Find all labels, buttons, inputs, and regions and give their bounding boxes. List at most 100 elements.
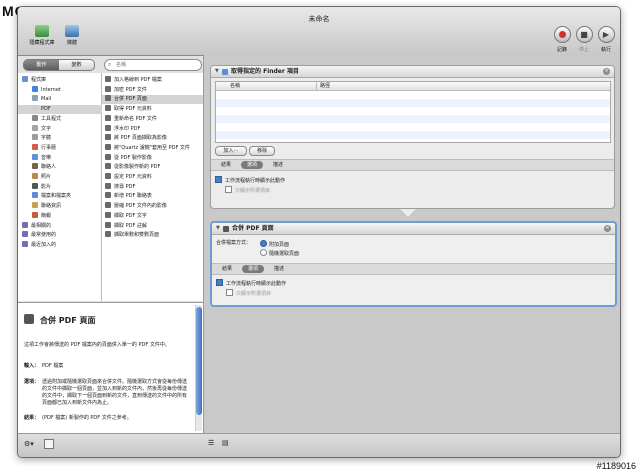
action-list-item[interactable]: 將"Quartz 濾鏡"套用至 PDF 文件 xyxy=(102,143,204,153)
column-header-name[interactable]: 名稱 xyxy=(230,82,240,90)
list-view-icon[interactable]: ☰ xyxy=(208,439,214,447)
bottom-bar: ⚙▾ ☰ ▤ xyxy=(18,433,620,457)
record-button[interactable]: 記錄 xyxy=(551,26,573,53)
library-mode-segmented[interactable]: 動作 變數 xyxy=(23,59,95,71)
pdf-action-icon xyxy=(105,221,111,228)
add-button[interactable]: 加入⋯ xyxy=(215,146,247,156)
sidebar-item[interactable]: 音樂 xyxy=(18,153,115,163)
pdf-action-icon xyxy=(105,231,111,238)
disclosure-triangle-icon[interactable]: ▼ xyxy=(216,223,220,234)
action-tab-bar: 結果 選項 描述 xyxy=(211,159,614,171)
disclosure-triangle-icon[interactable]: ▼ xyxy=(215,66,219,77)
action-list-item[interactable]: 從影像製作新的 PDF xyxy=(102,163,204,172)
action-list-item[interactable]: 將 PDF 頁面擷取為影像 xyxy=(102,134,204,143)
action-list-label: 將 PDF 頁面擷取為影像 xyxy=(114,135,167,142)
radio-shuffle-pages[interactable]: 隨機選取頁面 xyxy=(260,249,299,258)
media-button[interactable]: 媒體 xyxy=(62,25,82,46)
action-list-item[interactable]: 重新命名 PDF 文件 xyxy=(102,114,204,124)
finder-items-table[interactable]: 名稱 路徑 xyxy=(215,81,611,143)
table-row[interactable] xyxy=(216,99,610,107)
hide-library-button[interactable]: 隱藏程式庫 xyxy=(22,25,62,46)
post-id-watermark: #1189016 xyxy=(596,461,636,471)
search-input[interactable] xyxy=(116,60,196,70)
action-list-item[interactable]: 取得 PDF 元資料 xyxy=(102,105,204,114)
finder-icon xyxy=(32,192,38,199)
action-list-item[interactable]: 擷取單數和雙數頁面 xyxy=(102,231,204,240)
radio-append-pages[interactable]: 附加頁面 xyxy=(260,240,289,249)
sidebar-item[interactable]: 聯絡資訊 xyxy=(18,202,115,211)
action-list-label: 將"Quartz 濾鏡"套用至 PDF 文件 xyxy=(114,144,190,151)
action-list-item[interactable]: 壓縮 PDF 文件內的影像 xyxy=(102,202,204,211)
sidebar-item[interactable]: 程式庫 xyxy=(18,76,105,85)
show-selected-checkbox[interactable]: 只顯示所選項目 xyxy=(225,186,270,195)
sidebar-item[interactable]: Mail xyxy=(18,95,115,104)
scroll-thumb[interactable] xyxy=(196,307,202,415)
table-row[interactable] xyxy=(216,131,610,139)
segment-variables[interactable]: 變數 xyxy=(59,60,94,70)
pdf-action-icon xyxy=(105,134,111,141)
show-action-checkbox[interactable]: 工作流程執行時顯示此動作 xyxy=(216,279,286,288)
table-row[interactable] xyxy=(216,115,610,123)
action-list-item[interactable]: 設定 PDF 元資料 xyxy=(102,173,204,182)
sidebar-item-label: 最常使用的 xyxy=(31,232,57,239)
tab-description[interactable]: 描述 xyxy=(268,265,290,273)
description-toggle-icon[interactable] xyxy=(44,439,54,449)
action-list-item[interactable]: 新增 PDF 聯絡表 xyxy=(102,192,204,201)
input-label: 輸入： xyxy=(24,363,40,369)
description-title: 合併 PDF 頁面 xyxy=(40,316,96,325)
action-list-item[interactable]: 從 PDF 製作影像 xyxy=(102,153,204,163)
sidebar-item[interactable]: 照片 xyxy=(18,173,115,182)
action-list-item[interactable]: 擷取 PDF 註解 xyxy=(102,221,204,231)
tab-options[interactable]: 選項 xyxy=(242,265,264,273)
table-header: 名稱 路徑 xyxy=(216,82,610,91)
action-list-item[interactable]: 加入格線到 PDF 檔案 xyxy=(102,76,204,85)
gear-menu-icon[interactable]: ⚙▾ xyxy=(24,440,34,448)
sidebar-item[interactable]: 行事曆 xyxy=(18,143,115,153)
sidebar-item[interactable]: 字體 xyxy=(18,134,115,143)
sidebar-item[interactable]: 影片 xyxy=(18,182,115,192)
sidebar-item[interactable]: 簡報 xyxy=(18,211,115,221)
column-header-path[interactable]: 路徑 xyxy=(316,82,330,90)
action-list-item[interactable]: 加密 PDF 文件 xyxy=(102,85,204,95)
pdf-action-icon xyxy=(105,163,111,170)
show-action-checkbox[interactable]: 工作流程執行時顯示此動作 xyxy=(215,176,285,185)
sidebar-item[interactable]: 最相關的 xyxy=(18,221,105,231)
sidebar-item[interactable]: PDF xyxy=(18,105,115,115)
close-icon[interactable]: × xyxy=(603,68,610,75)
tab-results[interactable]: 結果 xyxy=(216,265,238,273)
sidebar-item[interactable]: Internet xyxy=(18,85,115,95)
run-button[interactable]: ▶ 執行 xyxy=(595,26,617,53)
log-view-icon[interactable]: ▤ xyxy=(222,439,229,447)
close-icon[interactable]: × xyxy=(604,225,611,232)
sidebar-item[interactable]: 文字 xyxy=(18,124,115,134)
action-list-label: 擷取 PDF 註解 xyxy=(114,222,147,229)
tab-options[interactable]: 選項 xyxy=(241,161,263,169)
media-label: 媒體 xyxy=(66,40,77,46)
description-scrollbar[interactable] xyxy=(195,305,202,431)
action-list-item[interactable]: 擷取 PDF 文字 xyxy=(102,211,204,221)
sidebar-item[interactable]: 最常使用的 xyxy=(18,231,105,240)
action-list-label: 從影像製作新的 PDF xyxy=(114,164,161,171)
stop-button[interactable]: ■ 停止 xyxy=(573,26,595,53)
sidebar-item[interactable]: 最近加入的 xyxy=(18,240,105,250)
sidebar-item[interactable]: 檔案和檔案夾 xyxy=(18,192,115,201)
sidebar-item[interactable]: 聯絡人 xyxy=(18,163,115,172)
search-field[interactable]: ⌕ xyxy=(104,59,202,71)
presentation-icon xyxy=(32,211,38,218)
pdf-action-icon xyxy=(105,173,111,179)
action-list-label: 新增 PDF 聯絡表 xyxy=(114,193,152,200)
sidebar-item[interactable]: 工具程式 xyxy=(18,114,115,124)
tab-results[interactable]: 結果 xyxy=(215,161,237,169)
action-tab-bar: 結果 選項 描述 xyxy=(212,263,615,275)
sidebar-item-label: 工具程式 xyxy=(41,115,62,122)
remove-button[interactable]: 移除 xyxy=(249,146,275,156)
action-list-item[interactable]: 浮水印 PDF xyxy=(102,124,204,134)
sidebar-item-label: 文字 xyxy=(41,125,52,132)
action-list-item[interactable]: 搜尋 PDF xyxy=(102,182,204,192)
globe-icon xyxy=(32,85,38,92)
show-selected-checkbox[interactable]: 只顯示所選項目 xyxy=(226,289,271,298)
segment-actions[interactable]: 動作 xyxy=(24,60,59,70)
action-list-item[interactable]: 合併 PDF 頁面 xyxy=(102,95,204,105)
sidebar-item-label: 行事曆 xyxy=(41,144,57,151)
tab-description[interactable]: 描述 xyxy=(267,161,289,169)
